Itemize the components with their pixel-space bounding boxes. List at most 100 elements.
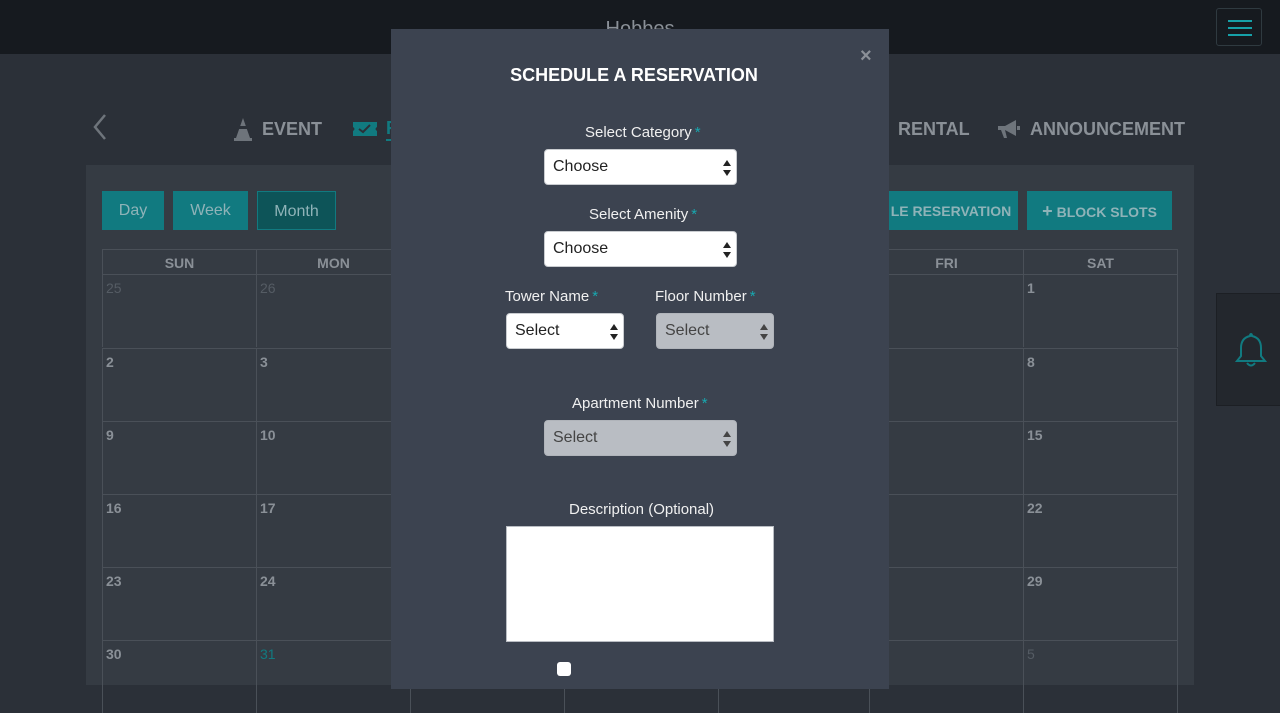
calendar-day-cell[interactable]: 3 [256,348,410,421]
schedule-reservation-label: LE RESERVATION [890,203,1012,219]
calendar-day-cell[interactable]: 22 [1023,494,1178,567]
calendar-day-cell[interactable] [869,567,1023,640]
back-chevron-icon[interactable] [90,112,112,142]
day-number: 3 [260,354,268,370]
checkbox[interactable] [557,662,571,676]
select-arrows-icon [723,242,731,258]
select-arrows-icon [760,324,768,340]
block-slots-label: BLOCK SLOTS [1056,204,1157,220]
calendar-day-cell[interactable] [869,494,1023,567]
floor-label: Floor Number * [655,288,756,305]
nav-announcement[interactable]: ANNOUNCEMENT [996,116,1185,142]
apartment-select-value: Select [553,429,598,446]
day-number: 17 [260,500,276,516]
tower-select[interactable]: Select [506,313,624,349]
day-number: 5 [1027,646,1035,662]
calendar-day-cell[interactable]: 8 [1023,348,1178,421]
notifications-panel[interactable] [1216,293,1280,406]
bell-icon [1234,332,1268,367]
select-arrows-icon [610,324,618,340]
calendar-day-cell[interactable]: 31 [256,640,410,713]
calendar-day-cell[interactable]: 25 [102,274,256,347]
day-number: 10 [260,427,276,443]
view-day-button[interactable]: Day [102,191,164,230]
hamburger-line [1228,20,1252,22]
calendar-day-cell[interactable]: 9 [102,421,256,494]
calendar-day-cell[interactable]: 17 [256,494,410,567]
amenity-select-value: Choose [553,240,609,257]
calendar-day-cell[interactable]: 15 [1023,421,1178,494]
calendar-day-cell[interactable]: 10 [256,421,410,494]
apartment-label: Apartment Number * [572,395,708,412]
day-number: 1 [1027,280,1035,296]
calendar-day-cell[interactable]: 24 [256,567,410,640]
floor-label-text: Floor Number [655,288,747,305]
calendar-day-cell[interactable]: 23 [102,567,256,640]
modal-title: SCHEDULE A RESERVATION [510,65,758,85]
description-textarea[interactable] [506,526,774,642]
hamburger-line [1228,34,1252,36]
nav-rental-label: RENTAL [898,118,970,139]
calendar-day-cell[interactable] [869,348,1023,421]
description-label: Description (Optional) [569,501,715,518]
apartment-select[interactable]: Select [544,420,737,456]
day-number: 16 [106,500,122,516]
plus-icon: + [1042,201,1053,221]
megaphone-icon [998,120,1020,138]
calendar-day-cell[interactable] [869,274,1023,347]
calendar-day-cell[interactable] [869,421,1023,494]
category-label: Select Category * [585,124,701,141]
tower-select-value: Select [515,322,560,339]
view-month-button[interactable]: Month [257,191,336,230]
required-marker: * [694,124,701,141]
day-number: 31 [260,646,276,662]
weekday-header: SUN [102,249,256,274]
select-arrows-icon [723,160,731,176]
hamburger-line [1228,27,1252,29]
day-number: 29 [1027,573,1043,589]
schedule-reservation-button[interactable]: LE RESERVATION [884,191,1018,230]
menu-button[interactable] [1216,8,1262,46]
calendar-day-cell[interactable]: 2 [102,348,256,421]
weekday-header: FRI [869,249,1023,274]
tower-label: Tower Name * [505,288,598,305]
category-label-text: Select Category [585,124,692,141]
ticket-icon [353,122,377,136]
calendar-day-cell[interactable]: 1 [1023,274,1178,347]
block-slots-button[interactable]: + BLOCK SLOTS [1027,191,1172,230]
required-marker: * [691,206,698,223]
view-week-button[interactable]: Week [173,191,248,230]
select-arrows-icon [723,431,731,447]
tower-label-text: Tower Name [505,288,590,305]
day-number: 8 [1027,354,1035,370]
day-number: 30 [106,646,122,662]
nav-announcement-label: ANNOUNCEMENT [1030,118,1185,139]
calendar-day-cell[interactable] [869,640,1023,713]
nav-event[interactable]: EVENT [232,116,322,142]
cone-icon [234,118,252,141]
weekday-header: MON [256,249,410,274]
day-number: 24 [260,573,276,589]
calendar-day-cell[interactable]: 26 [256,274,410,347]
day-number: 15 [1027,427,1043,443]
calendar-day-cell[interactable]: 5 [1023,640,1178,713]
apartment-label-text: Apartment Number [572,395,699,412]
day-number: 26 [260,280,276,296]
amenity-label-text: Select Amenity [589,206,689,223]
amenity-label: Select Amenity * [589,206,697,223]
nav-rental[interactable]: RENTAL [898,116,970,142]
nav-event-label: EVENT [262,118,323,139]
calendar-day-cell[interactable]: 16 [102,494,256,567]
floor-select[interactable]: Select [656,313,774,349]
required-marker: * [592,288,599,305]
required-marker: * [701,395,708,412]
category-select-value: Choose [553,158,609,175]
day-number: 25 [106,280,122,296]
category-select[interactable]: Choose [544,149,737,185]
day-number: 22 [1027,500,1043,516]
amenity-select[interactable]: Choose [544,231,737,267]
calendar-day-cell[interactable]: 29 [1023,567,1178,640]
day-number: 2 [106,354,114,370]
day-number: 23 [106,573,122,589]
calendar-day-cell[interactable]: 30 [102,640,256,713]
